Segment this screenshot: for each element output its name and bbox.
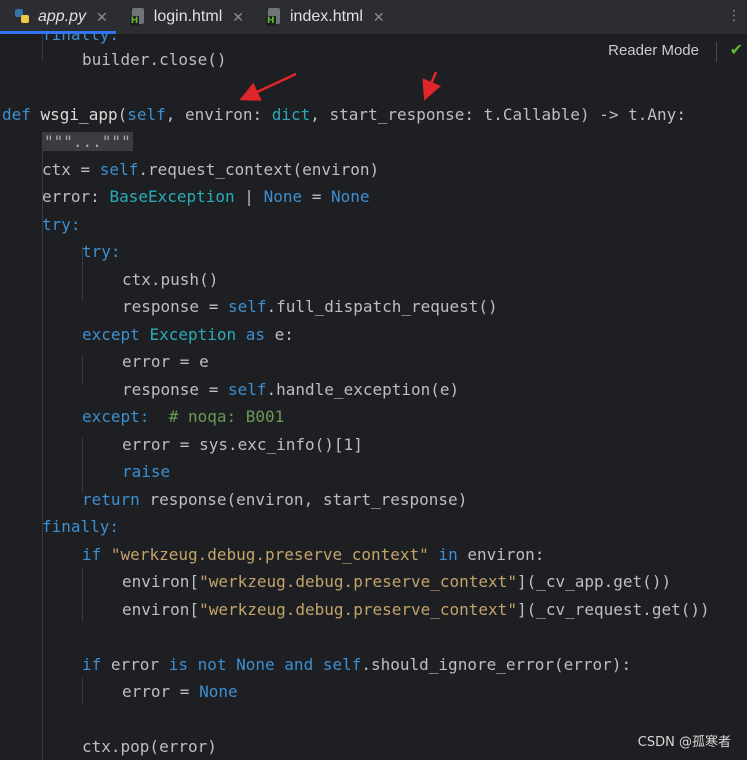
code-editor[interactable]: finally: builder.close() def wsgi_app(se… xyxy=(0,34,747,760)
code-line: except: # noqa: B001 xyxy=(82,407,285,426)
code-line: environ["werkzeug.debug.preserve_context… xyxy=(122,572,672,591)
code-line: response = self.full_dispatch_request() xyxy=(122,297,498,316)
code-line: error = None xyxy=(122,682,238,701)
tab-label: login.html xyxy=(153,8,223,25)
code-line: except Exception as e: xyxy=(82,325,294,344)
indent-guide xyxy=(82,568,83,622)
html-file-icon xyxy=(129,8,148,26)
indent-guide xyxy=(82,438,83,492)
checkmark-icon[interactable]: ✔ xyxy=(730,40,743,59)
code-line: return response(environ, start_response) xyxy=(82,490,468,509)
code-line: ctx.push() xyxy=(122,270,219,289)
tab-login-html[interactable]: login.html ✕ xyxy=(116,0,252,34)
tab-index-html[interactable]: index.html ✕ xyxy=(252,0,393,34)
tab-label: index.html xyxy=(290,8,363,25)
folded-docstring[interactable]: """...""" xyxy=(42,128,133,155)
tab-label: app.py xyxy=(38,8,87,25)
code-line: finally: xyxy=(42,517,120,536)
code-line: if "werkzeug.debug.preserve_context" in … xyxy=(82,545,545,564)
tab-app-py[interactable]: app.py ✕ xyxy=(0,0,116,34)
code-line: if error is not None and self.should_ign… xyxy=(82,655,632,674)
close-icon[interactable]: ✕ xyxy=(232,9,244,26)
indent-guide xyxy=(82,356,83,383)
code-line: error = e xyxy=(122,352,209,371)
code-line: ctx = self.request_context(environ) xyxy=(42,160,380,179)
python-file-icon xyxy=(14,8,32,26)
toolbar-divider xyxy=(716,42,717,62)
reader-mode-button[interactable]: Reader Mode xyxy=(608,42,699,59)
watermark: CSDN @孤寒者 xyxy=(637,735,731,750)
code-line: builder.close() xyxy=(82,50,227,69)
close-icon[interactable]: ✕ xyxy=(96,9,108,26)
code-line: response = self.handle_exception(e) xyxy=(122,380,460,399)
more-tabs-icon[interactable]: ⋮ xyxy=(727,8,741,24)
code-line: def wsgi_app(self, environ: dict, start_… xyxy=(2,105,686,124)
code-line: environ["werkzeug.debug.preserve_context… xyxy=(122,600,710,619)
html-file-icon xyxy=(266,8,284,26)
code-line: ctx.pop(error) xyxy=(82,737,217,756)
close-icon[interactable]: ✕ xyxy=(373,9,385,26)
editor-tab-bar: app.py ✕ login.html ✕ index.html ✕ ⋮ xyxy=(0,0,747,35)
indent-guide xyxy=(82,678,83,705)
code-line: try: xyxy=(82,242,121,261)
code-line: error = sys.exc_info()[1] xyxy=(122,435,363,454)
code-line: raise xyxy=(122,462,171,481)
code-line: error: BaseException | None = None xyxy=(42,187,370,206)
code-line: try: xyxy=(42,215,81,234)
